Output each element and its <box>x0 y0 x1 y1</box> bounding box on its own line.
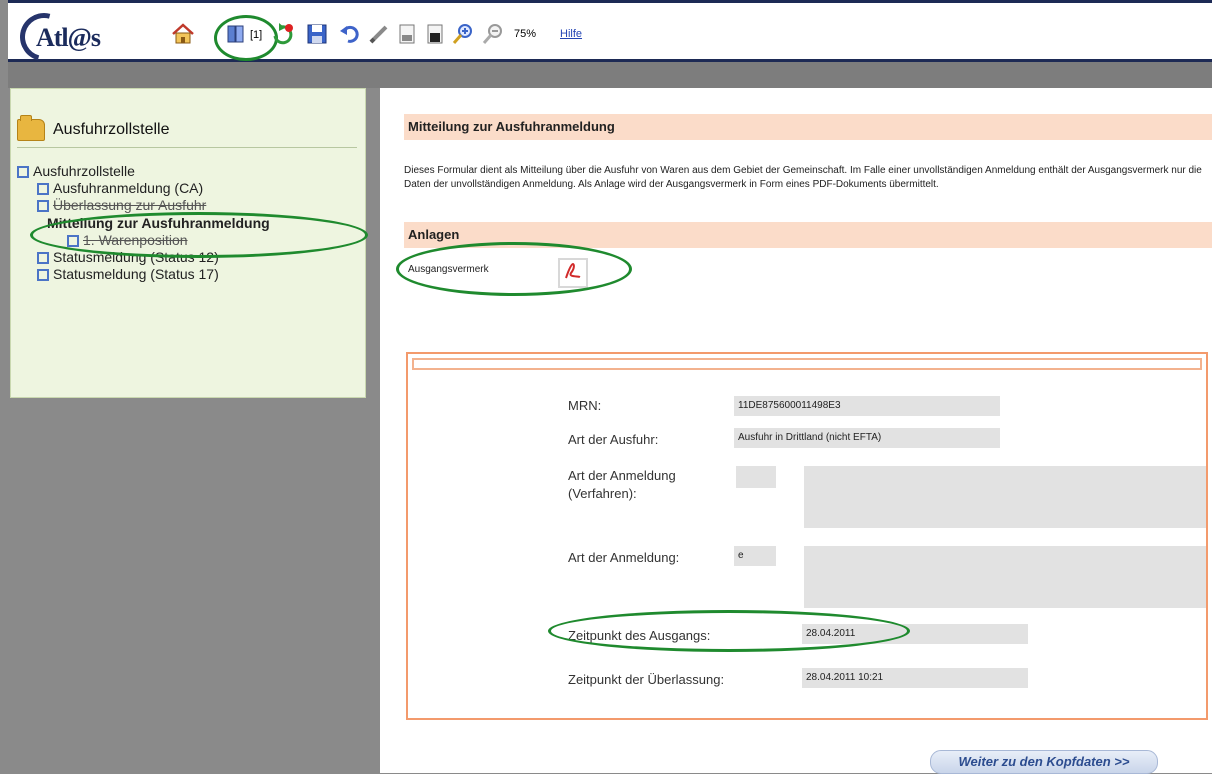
next-to-header-data-button[interactable]: Weiter zu den Kopfdaten >> <box>930 750 1158 774</box>
toolbar: Atl@s [1] 75% Hilfe <box>8 0 1212 70</box>
save-icon[interactable] <box>304 21 330 47</box>
mrn-value: 11DE875600011498E3 <box>734 396 1000 416</box>
art-anmeldung-verfahren-code <box>736 466 776 488</box>
art-ausfuhr-value: Ausfuhr in Drittland (nicht EFTA) <box>734 428 1000 448</box>
print-document-icon[interactable] <box>422 21 448 47</box>
tree-node-icon <box>37 200 49 213</box>
zeitpunkt-ueberlassung-label: Zeitpunkt der Überlassung: <box>568 672 725 687</box>
art-anmeldung-verfahren-label-line1: Art der Anmeldung <box>568 468 676 483</box>
logo-text: Atl@s <box>36 23 101 52</box>
art-anmeldung-label: Art der Anmeldung: <box>568 550 680 565</box>
main-content: Mitteilung zur Ausfuhranmeldung Dieses F… <box>380 88 1212 774</box>
art-anmeldung-verfahren-label-line2: (Verfahren): <box>568 486 637 501</box>
form-header: Mitteilung zur Ausfuhranmeldung <box>404 114 1212 140</box>
art-anmeldung-text <box>804 546 1206 608</box>
home-icon[interactable] <box>170 21 196 47</box>
tree-highlight-ring <box>30 212 368 258</box>
refresh-icon[interactable] <box>270 21 296 47</box>
tree-node-icon <box>37 252 49 265</box>
form-box: MRN: 11DE875600011498E3 Art der Ausfuhr:… <box>406 352 1208 720</box>
tree-item-ueberlassung[interactable]: Überlassung zur Ausfuhr <box>37 197 206 213</box>
help-link[interactable]: Hilfe <box>560 28 582 40</box>
tree-title: Ausfuhrzollstelle <box>53 121 170 138</box>
form-top-strip <box>412 358 1202 370</box>
tree-node-icon <box>37 183 49 196</box>
zoom-level: 75% <box>514 28 537 40</box>
edit-pencil-icon[interactable] <box>366 21 392 47</box>
art-ausfuhr-label: Art der Ausfuhr: <box>568 432 659 447</box>
zeitpunkt-ueberlassung-value: 28.04.2011 10:21 <box>802 668 1028 688</box>
mrn-label: MRN: <box>568 398 602 413</box>
toolbar-separator <box>8 62 1212 88</box>
atlas-logo: Atl@s <box>11 4 158 70</box>
zoom-in-icon[interactable] <box>450 21 476 47</box>
art-anmeldung-verfahren-text <box>804 466 1206 528</box>
tree-header: Ausfuhrzollstelle <box>17 115 357 148</box>
tree-node-icon <box>37 269 49 282</box>
undo-icon[interactable] <box>336 21 362 47</box>
form-description: Dieses Formular dient als Mitteilung übe… <box>404 165 1202 190</box>
tree-item-status-17[interactable]: Statusmeldung (Status 17) <box>37 266 219 282</box>
folder-icon <box>17 115 45 141</box>
toolbar-highlight-ring <box>214 15 278 61</box>
tree-node-icon <box>17 166 29 179</box>
tree-item-ausfuhrzollstelle[interactable]: Ausfuhrzollstelle <box>17 163 135 179</box>
zoom-out-icon[interactable] <box>480 21 506 47</box>
exit-time-highlight-ring <box>548 610 910 652</box>
attachment-highlight-ring <box>396 242 632 296</box>
art-anmeldung-value: e <box>734 546 776 566</box>
document-icon[interactable] <box>394 21 420 47</box>
tree-item-ausfuhranmeldung[interactable]: Ausfuhranmeldung (CA) <box>37 180 203 196</box>
